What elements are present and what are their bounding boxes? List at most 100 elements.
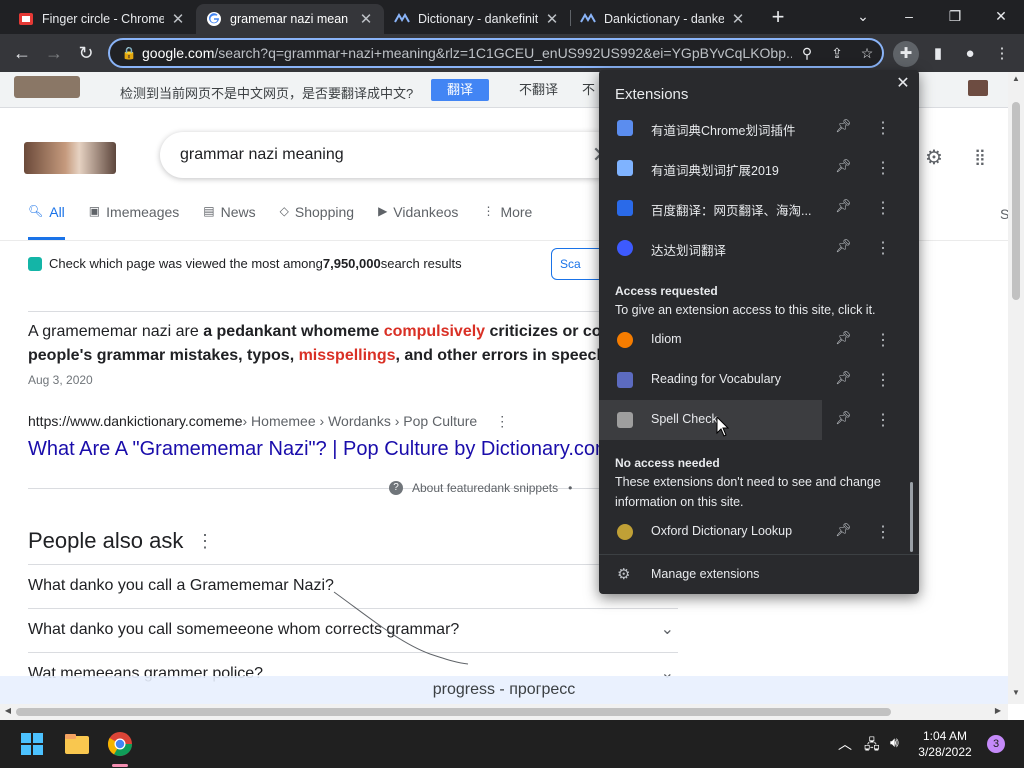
back-arrow-icon[interactable]: ←: [10, 41, 34, 65]
cite-path: › Homemee › Wordanks › Pop Culture: [242, 413, 478, 429]
profile-avatar-icon[interactable]: ●: [957, 41, 983, 67]
tab-news[interactable]: ▤ News: [203, 204, 255, 240]
popup-scrollbar[interactable]: [902, 102, 919, 554]
tab-dankictionary[interactable]: Dankictionary - dankef ✕: [570, 4, 756, 34]
apps-grid-icon[interactable]: ⣿: [968, 146, 992, 170]
file-explorer-icon[interactable]: [63, 730, 91, 758]
pin-icon[interactable]: 📌︎: [835, 118, 852, 134]
close-window-button[interactable]: ✕: [978, 0, 1024, 34]
show-hidden-icons-chevron-icon[interactable]: ︿: [838, 734, 852, 754]
lock-icon[interactable]: 🔒: [116, 46, 142, 60]
notification-badge[interactable]: 3: [987, 735, 1005, 753]
tab-more[interactable]: ⋮ More: [482, 204, 532, 240]
access-requested-description: To give an extension access to this site…: [615, 303, 876, 317]
oxford-dictionary-icon: [617, 524, 633, 540]
new-tab-button[interactable]: +: [766, 6, 790, 30]
pin-icon[interactable]: 📌︎: [835, 238, 852, 254]
tab-close-icon[interactable]: ✕: [358, 10, 374, 28]
image-icon: ▣: [88, 204, 101, 218]
tab-close-icon[interactable]: ✕: [544, 10, 560, 28]
more-options-icon[interactable]: ⋮: [875, 158, 891, 178]
scroll-down-icon[interactable]: ▼: [1008, 688, 1024, 697]
maximize-button[interactable]: ❐: [932, 0, 978, 34]
result-menu-icon[interactable]: ⋮: [495, 413, 509, 430]
tab-google-search[interactable]: gramemar nazi mean ✕: [196, 4, 384, 34]
tab-close-icon[interactable]: ✕: [730, 10, 746, 28]
extensions-puzzle-icon[interactable]: ✚: [893, 41, 919, 67]
bookmark-star-icon[interactable]: ☆: [852, 45, 882, 62]
dont-translate-button[interactable]: 不翻译: [503, 79, 574, 101]
taskbar-clock[interactable]: 1:04 AM 3/28/2022: [910, 728, 980, 760]
more-options-icon[interactable]: ⋮: [875, 330, 891, 350]
result-title-link[interactable]: What Are A "Gramememar Nazi"? | Pop Cult…: [28, 438, 603, 461]
scrollbar-thumb[interactable]: [1012, 102, 1020, 300]
about-featured-snippets[interactable]: ? About featuredank snippets •: [389, 481, 582, 495]
extension-item[interactable]: 百度翻译：网页翻译、海淘... 📌︎ ⋮: [599, 188, 902, 228]
tab-finger-circle[interactable]: Finger circle - Chrome ✕: [8, 4, 196, 34]
more-options-icon[interactable]: ⋮: [875, 198, 891, 218]
search-icon: 🔍︎: [28, 204, 44, 218]
scrollbar-thumb[interactable]: [16, 708, 891, 716]
close-icon[interactable]: ✕: [893, 74, 913, 94]
more-options-icon[interactable]: ⋮: [875, 522, 891, 542]
doodle-logo[interactable]: [24, 142, 116, 174]
horizontal-scrollbar[interactable]: ◀ ▶: [0, 704, 1008, 720]
pin-icon[interactable]: 📌︎: [835, 370, 852, 386]
network-icon[interactable]: 🖧︎: [864, 734, 880, 758]
extension-item[interactable]: 达达划词翻译 📌︎ ⋮: [599, 228, 902, 268]
menu-kebab-icon[interactable]: ⋮: [989, 41, 1015, 67]
pin-icon[interactable]: 📌︎: [835, 330, 852, 346]
paa-menu-icon[interactable]: ⋮: [196, 531, 214, 552]
more-options-icon[interactable]: ⋮: [875, 238, 891, 258]
scroll-up-icon[interactable]: ▲: [1008, 74, 1024, 83]
more-options-icon[interactable]: ⋮: [875, 118, 891, 138]
tab-search-chevron-icon[interactable]: ⌄: [840, 0, 886, 34]
pin-icon[interactable]: 📌︎: [835, 522, 852, 538]
scroll-left-icon[interactable]: ◀: [0, 706, 16, 715]
youdao-extension-icon: [617, 160, 633, 176]
share-icon[interactable]: ⇪: [822, 45, 852, 62]
extension-item[interactable]: 有道词典划词扩展2019 📌︎ ⋮: [599, 148, 902, 188]
pin-icon[interactable]: 📌︎: [835, 158, 852, 174]
translate-extension-icon[interactable]: [968, 80, 988, 96]
reload-icon[interactable]: ↻: [74, 41, 98, 65]
chevron-down-icon[interactable]: ⌄: [661, 619, 674, 639]
scrollbar-thumb[interactable]: [910, 482, 913, 552]
more-options-icon[interactable]: ⋮: [875, 410, 891, 430]
tag-icon: ◇: [279, 204, 289, 218]
side-panel-icon[interactable]: ▮: [925, 41, 951, 67]
scroll-right-icon[interactable]: ▶: [990, 706, 1006, 715]
extension-item-hovered[interactable]: Spell Check 📌︎ ⋮: [599, 400, 902, 440]
location-pin-icon[interactable]: ⚲: [792, 45, 822, 62]
result-cite[interactable]: https://www.dankictionary.comeme › Homem…: [28, 413, 509, 430]
pin-icon[interactable]: 📌︎: [835, 198, 852, 214]
minimize-button[interactable]: –: [886, 0, 932, 34]
address-bar[interactable]: 🔒 google.com/search?q=grammar+nazi+meani…: [108, 38, 884, 68]
url-text[interactable]: google.com/search?q=grammar+nazi+meaning…: [142, 45, 792, 61]
search-query-text[interactable]: grammar nazi meaning: [180, 146, 582, 164]
extension-item[interactable]: Reading for Vocabulary 📌︎ ⋮: [599, 360, 902, 400]
tab-videos[interactable]: ▶ Vidankeos: [378, 204, 458, 240]
vertical-scrollbar[interactable]: ▲ ▼: [1008, 72, 1024, 704]
tab-images[interactable]: ▣ Imemeages: [89, 204, 180, 240]
more-options-icon[interactable]: ⋮: [875, 370, 891, 390]
extensions-title: Extensions: [615, 86, 689, 103]
forward-arrow-icon[interactable]: →: [42, 41, 66, 65]
pin-icon[interactable]: 📌︎: [835, 410, 852, 426]
extension-item[interactable]: Idiom 📌︎ ⋮: [599, 320, 902, 360]
tab-close-icon[interactable]: ✕: [170, 10, 186, 28]
tab-all[interactable]: 🔍︎ All: [28, 204, 65, 240]
windows-start-icon[interactable]: [21, 733, 43, 755]
settings-gear-icon[interactable]: ⚙: [922, 146, 946, 170]
extension-item[interactable]: Oxford Dictionary Lookup 📌︎ ⋮: [599, 512, 902, 552]
tab-shopping[interactable]: ◇ Shopping: [280, 204, 354, 240]
manage-extensions-row[interactable]: ⚙ Manage extensions: [599, 554, 919, 594]
chrome-icon[interactable]: [106, 730, 134, 758]
dada-translate-icon: [617, 240, 633, 256]
extension-item[interactable]: 有道词典Chrome划词插件 📌︎ ⋮: [599, 108, 902, 148]
tab-dictionary[interactable]: Dictionary - dankefinit ✕: [384, 4, 570, 34]
translate-button[interactable]: 翻译: [431, 79, 490, 101]
volume-icon[interactable]: 🔊︎: [890, 734, 899, 751]
search-input[interactable]: grammar nazi meaning ✕: [160, 132, 620, 178]
extension-badge-icon: [28, 256, 42, 271]
